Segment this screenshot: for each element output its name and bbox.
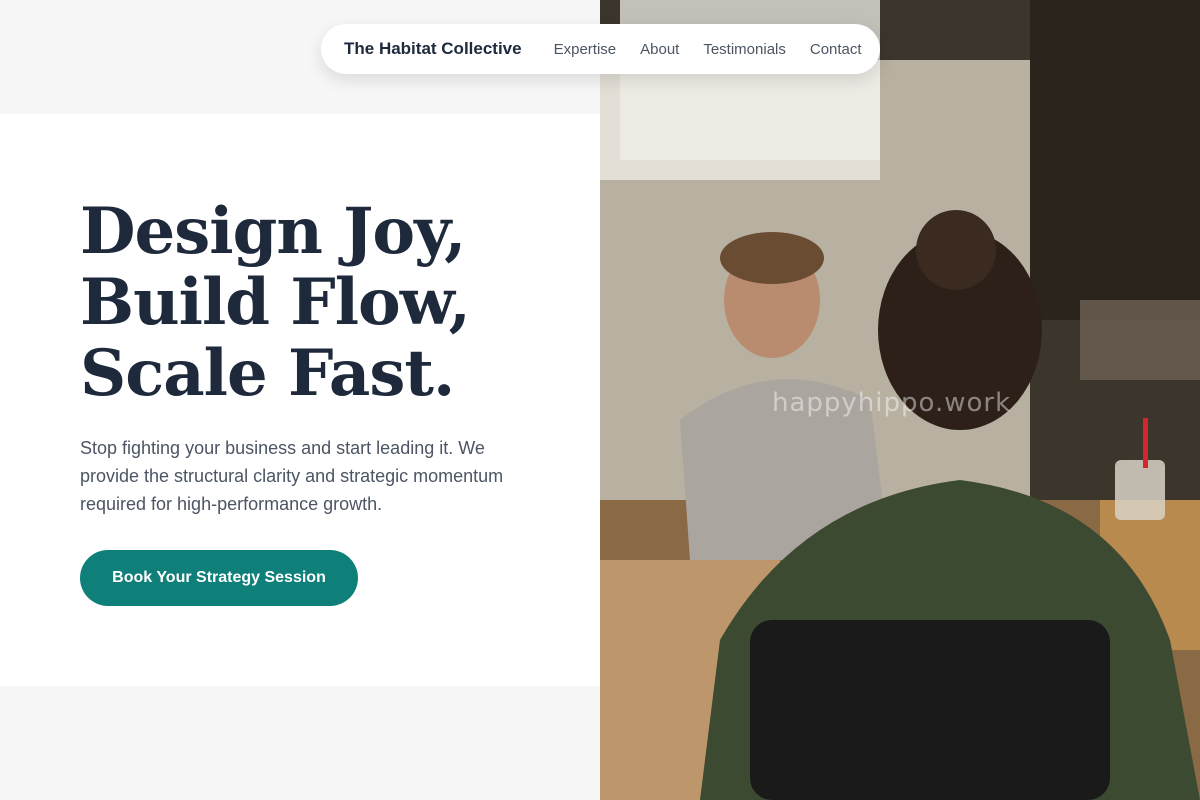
brand-logo-text[interactable]: The Habitat Collective bbox=[344, 39, 522, 59]
hero-photo: happyhippo.work bbox=[600, 0, 1200, 800]
nav-link-about[interactable]: About bbox=[640, 41, 679, 58]
top-navigation: The Habitat Collective Expertise About T… bbox=[321, 24, 880, 74]
book-strategy-session-button[interactable]: Book Your Strategy Session bbox=[80, 550, 358, 606]
nav-link-contact[interactable]: Contact bbox=[810, 41, 862, 58]
hero-title-line-1: Design Joy, bbox=[80, 194, 466, 269]
watermark-text: happyhippo.work bbox=[772, 388, 1012, 418]
hero-title: Design Joy, Build Flow, Scale Fast. bbox=[80, 194, 471, 411]
page-background-bottom bbox=[0, 686, 600, 800]
nav-links: Expertise About Testimonials Contact bbox=[554, 41, 886, 58]
nav-link-testimonials[interactable]: Testimonials bbox=[703, 41, 786, 58]
nav-link-expertise[interactable]: Expertise bbox=[554, 41, 617, 58]
hero-subtitle: Stop fighting your business and start le… bbox=[80, 438, 504, 514]
hero-title-line-3: Scale Fast. bbox=[80, 336, 455, 411]
hero-title-line-2: Build Flow, bbox=[80, 265, 471, 340]
